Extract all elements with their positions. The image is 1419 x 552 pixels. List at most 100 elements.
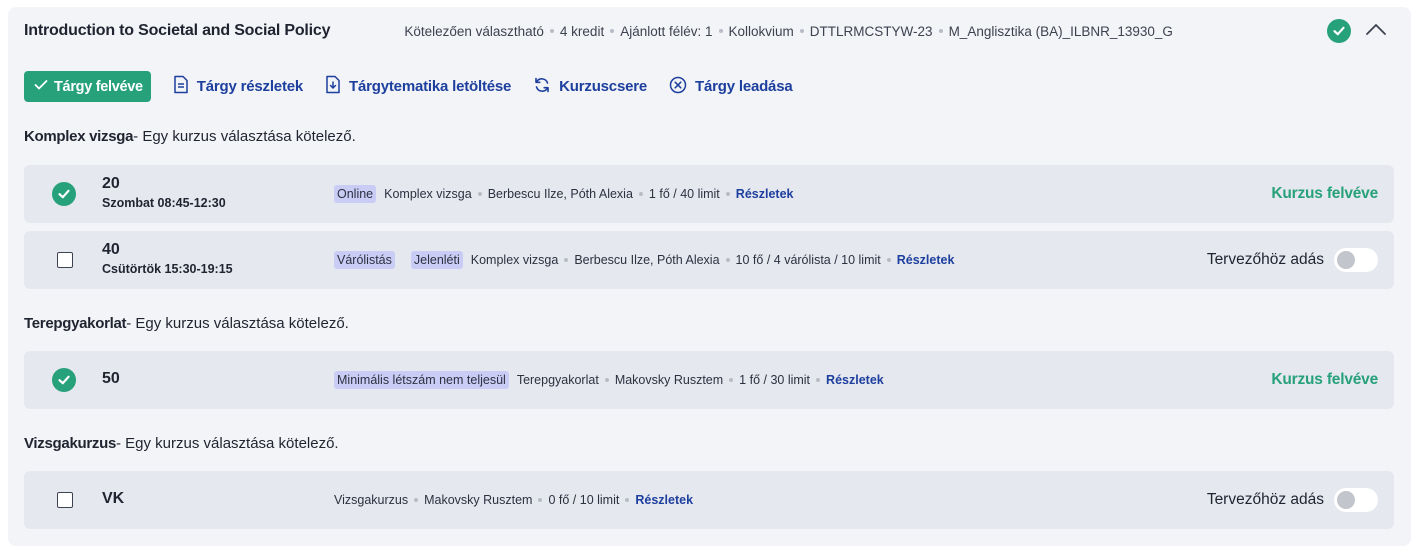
toggle-knob	[1337, 491, 1355, 509]
course-swap-link[interactable]: Kurzuscsere	[533, 76, 647, 98]
subject-details-label: Tárgy részletek	[196, 78, 304, 95]
course-row[interactable]: 40 Csütörtök 15:30-19:15 Várólistás Jele…	[24, 231, 1394, 289]
course-capacity: 1 fő / 30 limit	[739, 373, 811, 387]
course-row-right: Kurzus felvéve	[1271, 371, 1378, 389]
course-tag: Minimális létszám nem teljesül	[334, 371, 509, 389]
section-rule: - Egy kurzus választása kötelező.	[116, 435, 339, 452]
separator-dot	[549, 29, 554, 33]
course-select-checkbox[interactable]	[57, 492, 73, 508]
course-code: 40	[102, 241, 120, 258]
separator-dot	[886, 258, 891, 262]
subject-actions: Tárgy felvéve Tárgy részletek Tárgytemat…	[24, 71, 793, 102]
separator-dot	[625, 498, 630, 502]
separator-dot	[799, 29, 804, 33]
course-row-right: Tervezőhöz adás	[1207, 488, 1378, 512]
course-capacity: 0 fő / 10 limit	[548, 493, 620, 507]
meta-code: DTTLRMCSTYW-23	[809, 23, 933, 39]
course-taken-label: Kurzus felvéve	[1271, 185, 1378, 202]
meta-credit: 4 kredit	[559, 23, 605, 39]
separator-dot	[725, 258, 730, 262]
course-details: Várólistás Jelenléti Komplex vizsga Berb…	[334, 251, 954, 269]
subject-drop-label: Tárgy leadása	[695, 78, 793, 95]
syllabus-download-link[interactable]: Tárgytematika letöltése	[325, 75, 511, 98]
subject-meta: Kötelezően választható 4 kredit Ajánlott…	[404, 24, 1173, 39]
course-status	[52, 368, 76, 392]
toggle-knob	[1337, 251, 1355, 269]
separator-dot	[604, 378, 609, 382]
course-taken-label: Kurzus felvéve	[1271, 371, 1378, 388]
course-teachers: Berbescu Ilze, Póth Alexia	[487, 187, 633, 201]
planner-toggle[interactable]	[1334, 248, 1378, 272]
separator-dot	[564, 258, 569, 262]
course-teachers: Makovsky Rusztem	[614, 373, 724, 387]
course-tag: Jelenléti	[410, 251, 463, 269]
section-title-terepgyakorlat: Terepgyakorlat- Egy kurzus választása kö…	[24, 315, 349, 332]
course-row-right: Tervezőhöz adás	[1207, 248, 1378, 272]
swap-icon	[533, 76, 551, 98]
course-details-link[interactable]: Részletek	[736, 187, 794, 201]
separator-dot	[816, 378, 821, 382]
course-details: Minimális létszám nem teljesül Terepgyak…	[334, 371, 884, 389]
separator-dot	[638, 192, 643, 196]
download-file-icon	[325, 75, 341, 98]
separator-dot	[610, 29, 615, 33]
course-status	[52, 252, 73, 268]
section-name: Komplex vizsga	[24, 128, 134, 145]
subject-details-link[interactable]: Tárgy részletek	[173, 75, 303, 98]
section-title-komplex-vizsga: Komplex vizsga- Egy kurzus választása kö…	[24, 128, 356, 145]
course-code: 50	[102, 370, 120, 387]
header-right	[1327, 19, 1387, 43]
course-details-link[interactable]: Részletek	[635, 493, 693, 507]
course-tag: Online	[334, 185, 377, 203]
subject-drop-link[interactable]: Tárgy leadása	[669, 76, 793, 98]
course-teachers: Berbescu Ilze, Póth Alexia	[574, 253, 720, 267]
separator-dot	[477, 192, 482, 196]
course-capacity: 10 fő / 4 várólista / 10 limit	[735, 253, 881, 267]
course-status	[52, 182, 76, 206]
planner-toggle[interactable]	[1334, 488, 1378, 512]
course-swap-label: Kurzuscsere	[559, 78, 648, 95]
close-circle-icon	[669, 76, 687, 98]
subject-taken-button[interactable]: Tárgy felvéve	[24, 71, 151, 102]
course-row[interactable]: VK Vizsgakurzus Makovsky Rusztem 0 fő / …	[24, 471, 1394, 529]
course-code: 20	[102, 175, 120, 192]
course-type: Komplex vizsga	[384, 187, 472, 201]
chevron-up-icon[interactable]	[1365, 22, 1387, 41]
separator-dot	[718, 29, 723, 33]
course-capacity: 1 fő / 40 limit	[648, 187, 720, 201]
section-rule: - Egy kurzus választása kötelező.	[133, 128, 356, 145]
course-type: Komplex vizsga	[470, 253, 559, 267]
check-icon	[34, 79, 48, 95]
planner-label: Tervezőhöz adás	[1206, 251, 1324, 268]
separator-dot	[938, 29, 943, 33]
subject-title: Introduction to Societal and Social Poli…	[24, 22, 331, 39]
subject-card: Introduction to Societal and Social Poli…	[8, 7, 1411, 546]
course-select-checkbox[interactable]	[57, 252, 73, 268]
section-title-vizsgakurzus: Vizsgakurzus- Egy kurzus választása köte…	[24, 435, 339, 452]
check-circle-icon	[52, 182, 76, 206]
course-details-link[interactable]: Részletek	[897, 253, 955, 267]
meta-semester: Ajánlott félév: 1	[620, 23, 713, 39]
section-name: Terepgyakorlat	[24, 315, 127, 332]
meta-type: Kötelezően választható	[404, 23, 544, 39]
course-details: Online Komplex vizsga Berbescu Ilze, Pót…	[334, 185, 793, 203]
course-row[interactable]: 20 Szombat 08:45-12:30 Online Komplex vi…	[24, 165, 1394, 223]
course-status	[52, 492, 73, 508]
course-type: Vizsgakurzus	[334, 493, 409, 507]
separator-dot	[729, 378, 734, 382]
subject-header[interactable]: Introduction to Societal and Social Poli…	[24, 19, 1395, 43]
meta-exam-type: Kollokvium	[728, 23, 794, 39]
separator-dot	[414, 498, 419, 502]
course-type: Terepgyakorlat	[516, 373, 599, 387]
subject-taken-label: Tárgy felvéve	[54, 78, 143, 95]
planner-label: Tervezőhöz adás	[1206, 491, 1324, 508]
meta-program: M_Anglisztika (BA)_ILBNR_13930_G	[948, 23, 1173, 39]
course-row[interactable]: 50 Minimális létszám nem teljesül Terepg…	[24, 351, 1394, 409]
course-code: VK	[102, 490, 125, 507]
syllabus-download-label: Tárgytematika letöltése	[349, 78, 512, 95]
section-name: Vizsgakurzus	[24, 435, 116, 452]
course-time: Csütörtök 15:30-19:15	[102, 262, 233, 276]
course-teachers: Makovsky Rusztem	[424, 493, 533, 507]
check-circle-icon	[52, 368, 76, 392]
course-details-link[interactable]: Részletek	[826, 373, 884, 387]
